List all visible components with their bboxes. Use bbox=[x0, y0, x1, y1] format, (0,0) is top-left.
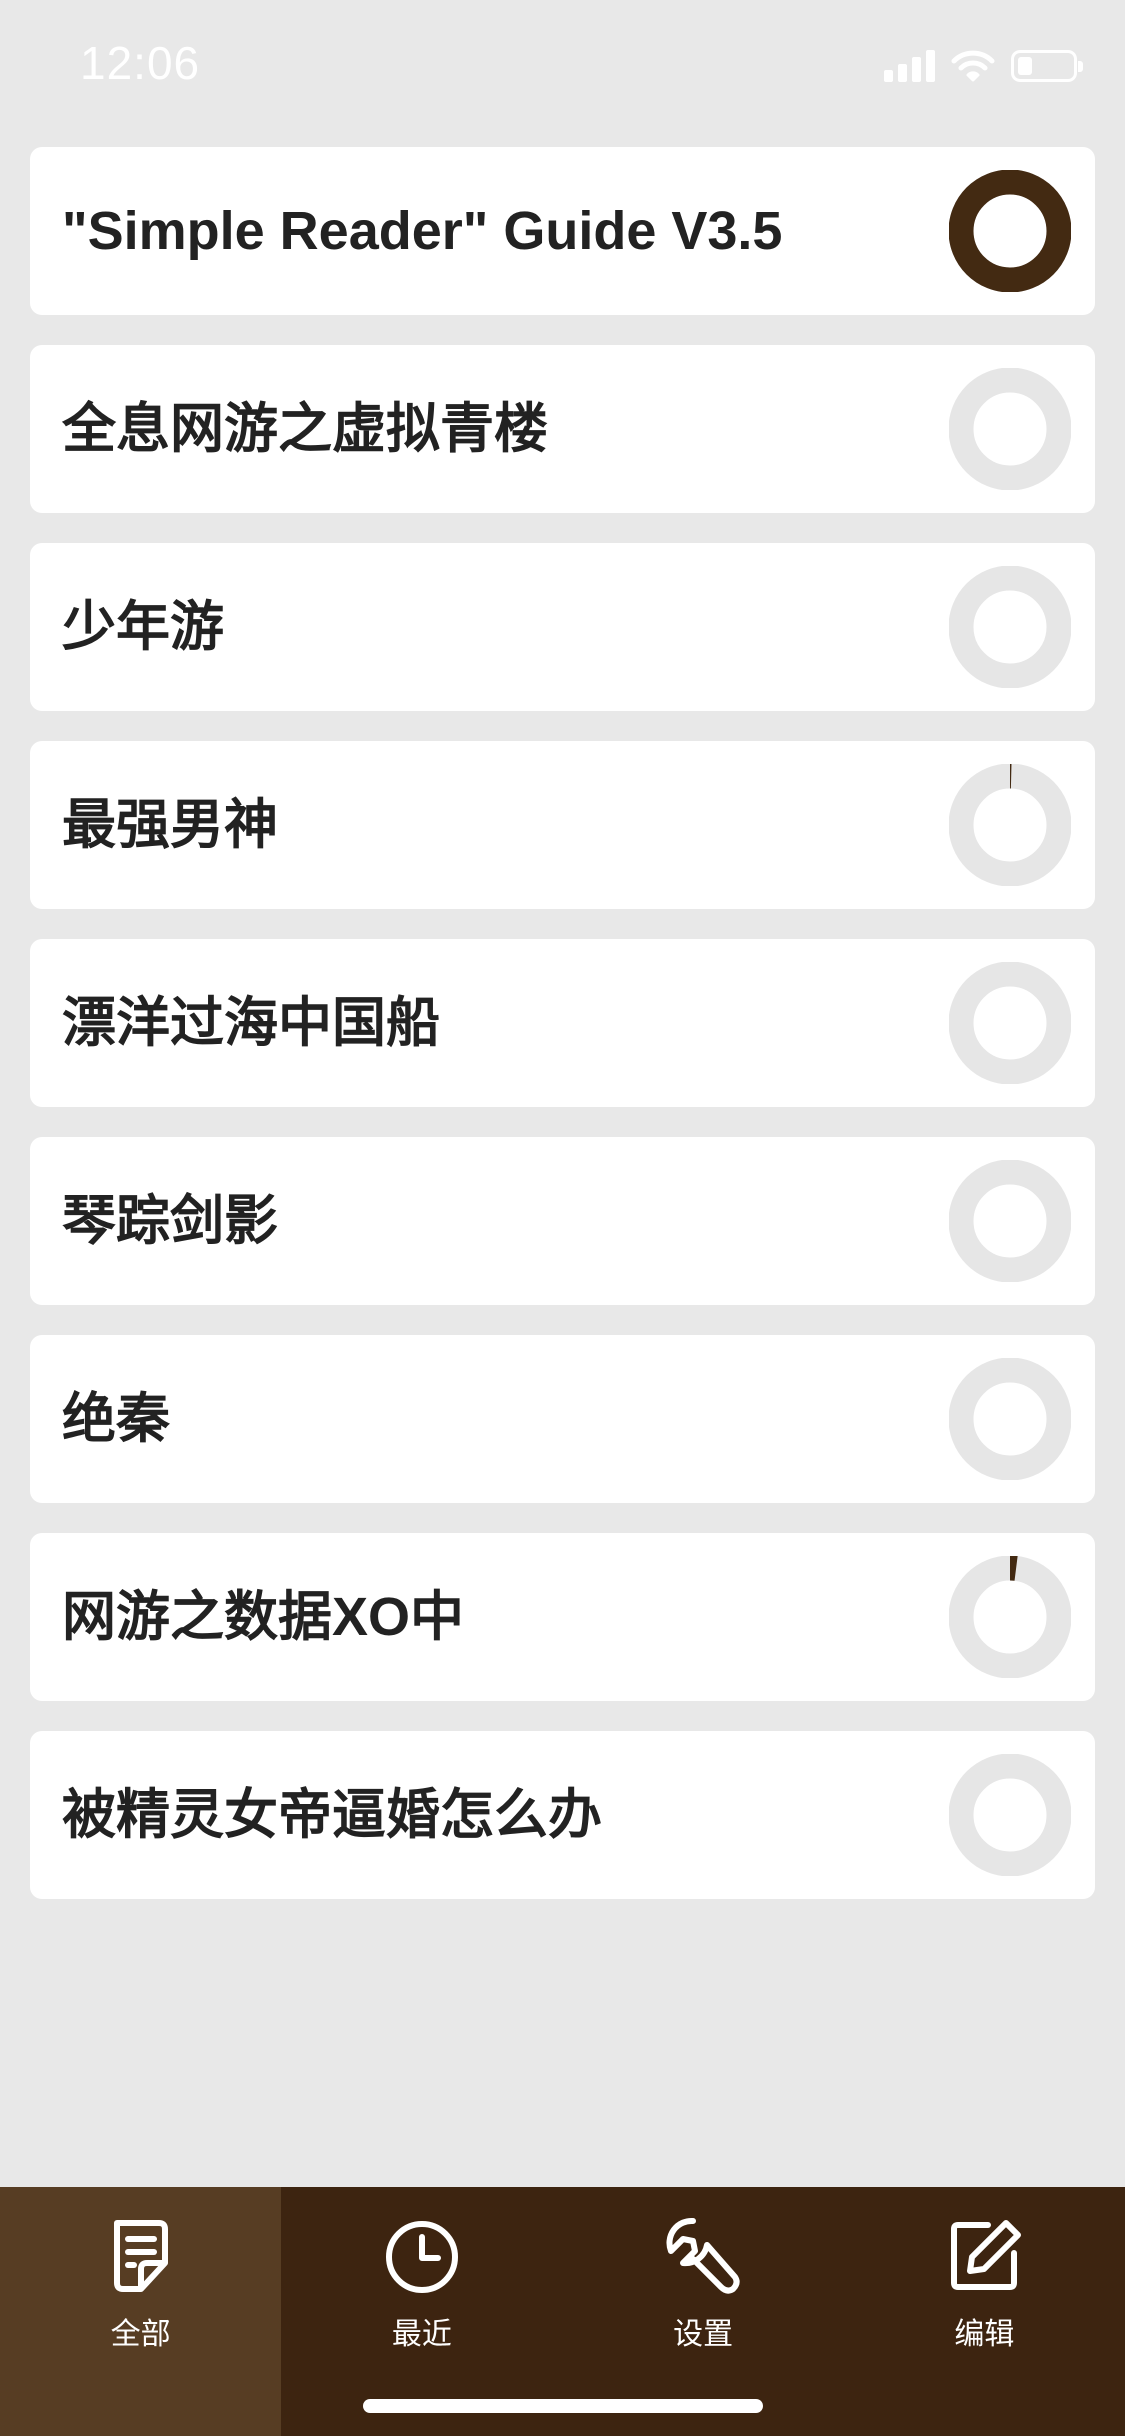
book-item[interactable]: 琴踪剑影 bbox=[30, 1137, 1095, 1305]
wifi-icon bbox=[951, 50, 995, 82]
book-item[interactable]: 最强男神 bbox=[30, 741, 1095, 909]
tab-all[interactable]: 全部 bbox=[0, 2187, 282, 2436]
status-bar: 12:06 bbox=[0, 0, 1125, 140]
book-item[interactable]: 网游之数据XO中 bbox=[30, 1533, 1095, 1701]
book-title: 绝秦 bbox=[62, 1389, 170, 1449]
book-title: 全息网游之虚拟青楼 bbox=[62, 399, 548, 459]
book-list: "Simple Reader" Guide V3.5 全息网游之虚拟青楼 少年游… bbox=[30, 147, 1095, 1929]
book-item[interactable]: 绝秦 bbox=[30, 1335, 1095, 1503]
book-item[interactable]: 少年游 bbox=[30, 543, 1095, 711]
tab-edit[interactable]: 编辑 bbox=[844, 2187, 1125, 2436]
clock-icon bbox=[385, 2221, 458, 2293]
status-icons bbox=[884, 46, 1083, 86]
home-indicator bbox=[363, 2399, 763, 2413]
book-title: 网游之数据XO中 bbox=[62, 1587, 465, 1647]
book-item[interactable]: 被精灵女帝逼婚怎么办 bbox=[30, 1731, 1095, 1899]
book-item[interactable]: 全息网游之虚拟青楼 bbox=[30, 345, 1095, 513]
book-title: 漂洋过海中国船 bbox=[62, 993, 440, 1053]
document-list-icon bbox=[113, 2220, 168, 2292]
reading-progress-ring bbox=[949, 962, 1071, 1084]
edit-icon bbox=[951, 2220, 1022, 2290]
tab-all-label: 全部 bbox=[110, 2317, 171, 2352]
reading-progress-ring bbox=[949, 1754, 1071, 1876]
reading-progress-ring bbox=[949, 764, 1071, 886]
book-item[interactable]: 漂洋过海中国船 bbox=[30, 939, 1095, 1107]
reading-progress-ring bbox=[949, 1358, 1071, 1480]
book-title: 琴踪剑影 bbox=[62, 1191, 278, 1251]
cellular-signal-icon bbox=[884, 50, 935, 82]
tab-edit-label: 编辑 bbox=[954, 2317, 1015, 2352]
tab-recent-label: 最近 bbox=[391, 2317, 452, 2352]
book-title: 少年游 bbox=[62, 597, 224, 657]
reading-progress-ring bbox=[949, 566, 1071, 688]
reading-progress-ring bbox=[949, 368, 1071, 490]
book-title: "Simple Reader" Guide V3.5 bbox=[62, 201, 783, 261]
reading-progress-ring bbox=[949, 170, 1071, 292]
reading-progress-ring bbox=[949, 1160, 1071, 1282]
wrench-icon bbox=[666, 2217, 740, 2294]
status-time: 12:06 bbox=[80, 37, 201, 89]
book-item[interactable]: "Simple Reader" Guide V3.5 bbox=[30, 147, 1095, 315]
book-title: 被精灵女帝逼婚怎么办 bbox=[62, 1785, 602, 1845]
book-title: 最强男神 bbox=[62, 795, 278, 855]
reading-progress-ring bbox=[949, 1556, 1071, 1678]
battery-icon bbox=[1011, 50, 1083, 82]
tab-settings-label: 设置 bbox=[673, 2317, 734, 2352]
